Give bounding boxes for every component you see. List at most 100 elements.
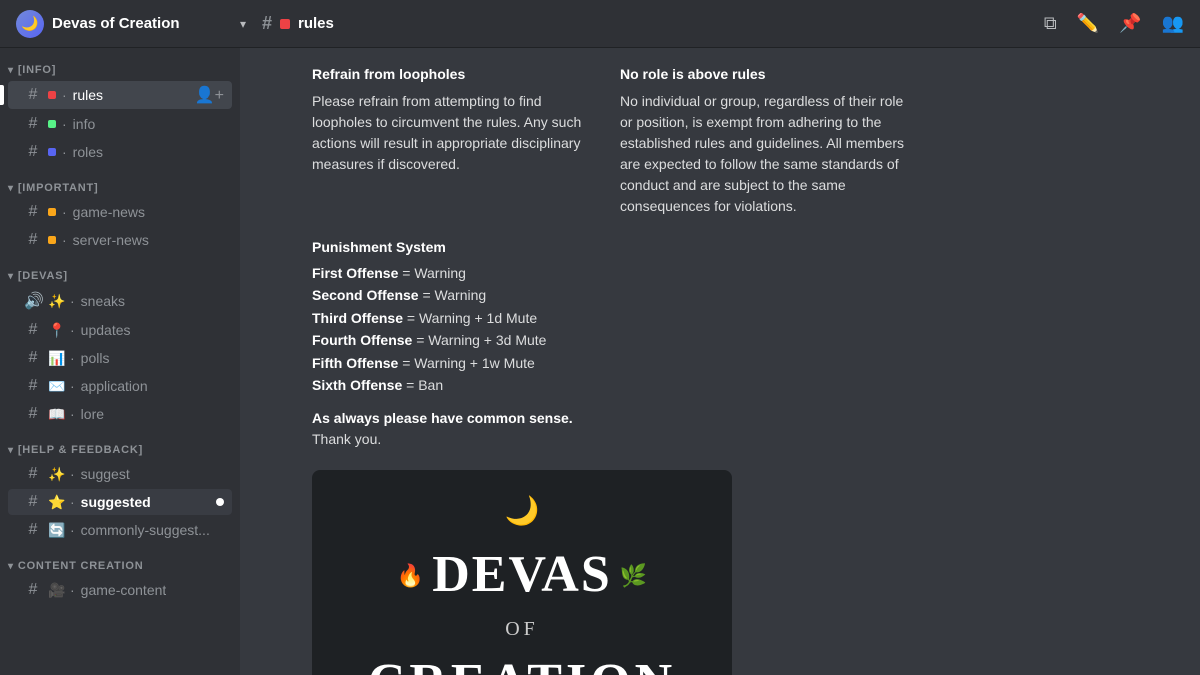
server-name: Devas of Creation — [52, 15, 180, 32]
hash-icon: # — [24, 493, 42, 511]
offense-first-label: First Offense — [312, 265, 398, 281]
logo-title-row1: 🔥 DEVAS 🌿 — [397, 536, 647, 614]
channel-emoji: 📖 — [48, 406, 64, 423]
rules-columns: Refrain from loopholes Please refrain fr… — [312, 64, 912, 217]
channel-name-application: application — [81, 378, 148, 394]
hash-icon: # — [24, 143, 42, 161]
offense-fourth-label: Fourth Offense — [312, 332, 412, 348]
channel-emoji: ✨ — [48, 466, 64, 483]
offense-second-label: Second Offense — [312, 287, 419, 303]
sidebar-item-game-news[interactable]: # · game-news — [8, 199, 232, 225]
hash-icon: # — [24, 86, 42, 104]
hash-icon: # — [24, 521, 42, 539]
category-important[interactable]: ▾ [IMPORTANT] — [0, 166, 240, 198]
closing-line1: As always please have common sense. — [312, 408, 912, 429]
channel-name-game-content: game-content — [81, 582, 167, 598]
channel-name-commonly-suggested: commonly-suggest... — [81, 522, 210, 538]
logo-devas-text: DEVAS — [432, 536, 612, 614]
sidebar-item-suggest[interactable]: # ✨ · suggest — [8, 461, 232, 487]
hash-icon: # — [24, 405, 42, 423]
channel-name-updates: updates — [81, 322, 131, 338]
channel-name-roles: roles — [73, 144, 103, 160]
members-icon[interactable]: 👥 — [1162, 13, 1184, 34]
channel-emoji: 📊 — [48, 350, 64, 367]
hash-icon: # — [24, 465, 42, 483]
rules-col-loopholes: Refrain from loopholes Please refrain fr… — [312, 64, 604, 217]
channel-color-dot — [48, 208, 56, 216]
server-logo: 🌙 🔥 DEVAS 🌿 OF CREATION — [312, 470, 732, 675]
header-icons: ⧉ ✏️ 📌 👥 — [1044, 13, 1184, 34]
hash-icon: # — [24, 321, 42, 339]
punishment-section: Punishment System First Offense = Warnin… — [312, 237, 912, 396]
server-selector[interactable]: 🌙 Devas of Creation ▾ — [16, 10, 246, 38]
col1-title: Refrain from loopholes — [312, 64, 604, 85]
col1-body: Please refrain from attempting to find l… — [312, 91, 604, 175]
closing-line2: Thank you. — [312, 429, 912, 450]
category-arrow-icon: ▾ — [8, 271, 14, 282]
offense-fifth-label: Fifth Offense — [312, 355, 398, 371]
add-member-icon[interactable]: 👤+ — [195, 85, 224, 105]
category-devas[interactable]: ▾ [DEVAS] — [0, 254, 240, 286]
sidebar-item-server-news[interactable]: # · server-news — [8, 227, 232, 253]
rules-col-no-role: No role is above rules No individual or … — [620, 64, 912, 217]
channel-hash-icon: # — [262, 13, 272, 34]
channel-name-suggested: suggested — [81, 494, 151, 510]
pin-icon[interactable]: 📌 — [1119, 13, 1141, 34]
sidebar-item-lore[interactable]: # 📖 · lore — [8, 401, 232, 427]
category-info[interactable]: ▾ [INFO] — [0, 48, 240, 80]
sidebar-item-polls[interactable]: # 📊 · polls — [8, 345, 232, 371]
edit-icon[interactable]: ✏️ — [1077, 13, 1099, 34]
offense-sixth: Sixth Offense = Ban — [312, 374, 912, 396]
logo-fire-icon: 🔥 — [397, 559, 424, 592]
hash-icon: # — [24, 231, 42, 249]
hash-icon: # — [24, 349, 42, 367]
channel-emoji: ✉️ — [48, 378, 64, 395]
offense-third-label: Third Offense — [312, 310, 403, 326]
channel-emoji: 🔄 — [48, 522, 64, 539]
speaker-icon: 🔊 — [24, 291, 42, 311]
channel-name-suggest: suggest — [81, 466, 130, 482]
threads-icon[interactable]: ⧉ — [1044, 13, 1057, 34]
sidebar-item-application[interactable]: # ✉️ · application — [8, 373, 232, 399]
sidebar-item-rules[interactable]: # · rules 👤+ — [8, 81, 232, 109]
logo-moon-icon: 🌙 — [505, 490, 540, 532]
col2-title: No role is above rules — [620, 64, 912, 85]
sidebar-item-commonly-suggested[interactable]: # 🔄 · commonly-suggest... — [8, 517, 232, 543]
sidebar-item-sneaks[interactable]: 🔊 ✨ · sneaks — [8, 287, 232, 315]
hash-icon: # — [24, 581, 42, 599]
sidebar-item-info[interactable]: # · info — [8, 111, 232, 137]
sidebar-item-roles[interactable]: # · roles — [8, 139, 232, 165]
channel-header: # rules — [246, 13, 1044, 34]
rules-content: Refrain from loopholes Please refrain fr… — [312, 64, 912, 675]
channel-color-dot — [48, 120, 56, 128]
offense-fifth: Fifth Offense = Warning + 1w Mute — [312, 352, 912, 374]
channel-name-lore: lore — [81, 406, 104, 422]
sidebar: ▾ [INFO] # · rules 👤+ # · info # · roles… — [0, 48, 240, 675]
chat-area: Refrain from loopholes Please refrain fr… — [240, 48, 1200, 675]
channel-name-sneaks: sneaks — [81, 293, 125, 309]
offense-first: First Offense = Warning — [312, 262, 912, 284]
hash-icon: # — [24, 377, 42, 395]
logo-creation-text: CREATION — [368, 644, 676, 675]
punishment-title: Punishment System — [312, 237, 912, 258]
channel-dot-icon — [280, 19, 290, 29]
category-help[interactable]: ▾ [HELP & FEEDBACK] — [0, 428, 240, 460]
category-arrow-icon: ▾ — [8, 445, 14, 456]
sidebar-item-game-content[interactable]: # 🎥 · game-content — [8, 577, 232, 603]
channel-emoji: ⭐ — [48, 494, 64, 511]
main-layout: ▾ [INFO] # · rules 👤+ # · info # · roles… — [0, 48, 1200, 675]
hash-icon: # — [24, 115, 42, 133]
category-content-creation[interactable]: ▾ CONTENT CREATION — [0, 544, 240, 576]
channel-name-info: info — [73, 116, 96, 132]
messages-container[interactable]: Refrain from loopholes Please refrain fr… — [240, 48, 1200, 675]
channel-color-dot — [48, 91, 56, 99]
channel-name-game-news: game-news — [73, 204, 145, 220]
channel-emoji: 🎥 — [48, 582, 64, 599]
sidebar-item-suggested[interactable]: # ⭐ · suggested — [8, 489, 232, 515]
closing-message: As always please have common sense. Than… — [312, 408, 912, 450]
channel-name-rules: rules — [73, 87, 103, 103]
logo-divider-row: OF — [493, 614, 551, 644]
active-indicator — [0, 85, 4, 105]
offense-sixth-label: Sixth Offense — [312, 377, 402, 393]
sidebar-item-updates[interactable]: # 📍 · updates — [8, 317, 232, 343]
